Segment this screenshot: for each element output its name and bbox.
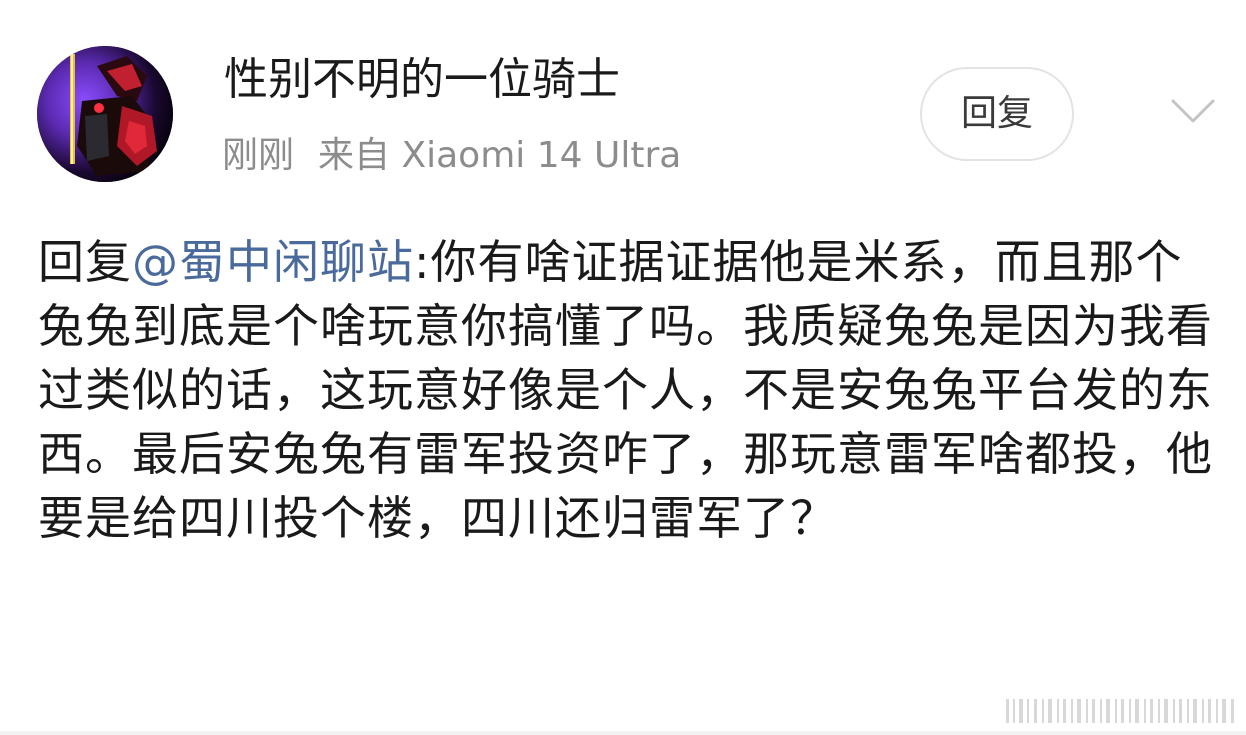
post-meta: 刚刚 来自 Xiaomi 14 Ultra — [222, 133, 681, 179]
barcode-watermark — [1006, 697, 1236, 725]
mention-link[interactable]: @蜀中闲聊站 — [132, 235, 414, 289]
chevron-down-icon[interactable] — [1170, 96, 1216, 126]
avatar[interactable] — [37, 46, 173, 182]
post-time: 刚刚 — [222, 135, 295, 176]
bottom-divider — [0, 731, 1246, 735]
post-content: 回复@蜀中闲聊站:你有啥证据证据他是米系，而且那个兔兔到底是个啥玩意你搞懂了吗。… — [38, 230, 1218, 550]
post-source: 来自 Xiaomi 14 Ultra — [318, 135, 682, 176]
knight-avatar-image — [37, 46, 173, 182]
reply-prefix: 回复 — [38, 235, 132, 289]
reply-button[interactable]: 回复 — [920, 67, 1074, 161]
username[interactable]: 性别不明的一位骑士 — [224, 52, 620, 108]
